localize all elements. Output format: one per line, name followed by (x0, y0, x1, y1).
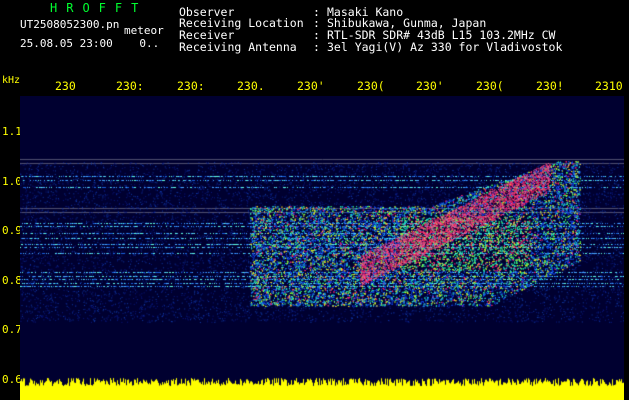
y-unit-label: kHz (2, 75, 21, 86)
filename-label: UT2508052300.pn (20, 18, 120, 31)
info-colon: : (313, 40, 320, 54)
x-tick-label: 230( (476, 79, 504, 93)
y-tick-label: 1.1 (2, 125, 22, 138)
spectrogram-plot (20, 96, 624, 400)
x-tick-label: 230! (536, 79, 564, 93)
x-tick-label: 2310 (595, 79, 623, 93)
x-tick-label: 230: (177, 79, 205, 93)
app-brand: HROFFT (50, 1, 148, 15)
x-tick-label: 230: (116, 79, 144, 93)
y-tick-label: 0.8 (2, 274, 22, 287)
info-antenna-value: 3el Yagi(V) Az 330 for Vladivostok (327, 40, 563, 54)
meteor-label: meteor (124, 24, 164, 37)
datetime-value: 25.08.05 23:00 (20, 37, 113, 50)
info-antenna-label: Receiving Antenna (179, 40, 297, 54)
x-tick-label: 230' (416, 79, 444, 93)
datetime-label: 25.08.05 23:00 0.. (20, 38, 159, 50)
y-tick-label: 0.9 (2, 224, 22, 237)
x-tick-label: 230 (55, 79, 76, 93)
x-tick-label: 230' (297, 79, 325, 93)
x-tick-label: 230. (237, 79, 265, 93)
x-tick-label: 230( (357, 79, 385, 93)
y-tick-label: 0.7 (2, 323, 22, 336)
count-value: 0.. (139, 37, 160, 50)
y-tick-label: 1.0 (2, 175, 22, 188)
y-tick-label: 0.6 (2, 373, 22, 386)
